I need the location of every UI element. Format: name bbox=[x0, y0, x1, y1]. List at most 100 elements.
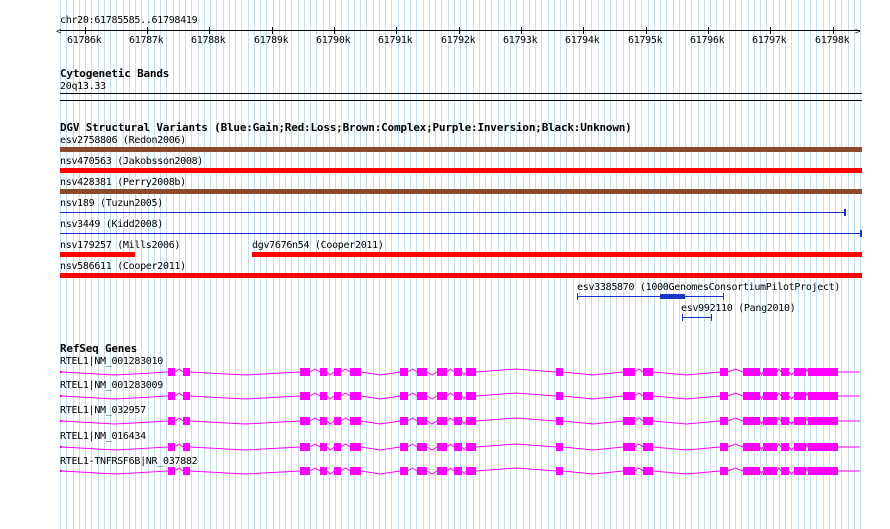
exon bbox=[300, 392, 310, 400]
intron bbox=[461, 446, 467, 451]
exon bbox=[556, 443, 563, 451]
gene-model[interactable] bbox=[60, 367, 860, 377]
intron bbox=[461, 371, 467, 376]
intron bbox=[475, 467, 557, 472]
exon bbox=[400, 368, 408, 376]
exon bbox=[623, 368, 635, 376]
exon bbox=[417, 392, 427, 400]
exon bbox=[300, 417, 310, 425]
exon bbox=[808, 443, 838, 451]
intron bbox=[776, 392, 782, 397]
intron bbox=[61, 470, 169, 475]
exon bbox=[794, 392, 806, 400]
gene-model[interactable] bbox=[60, 391, 860, 401]
intron bbox=[61, 395, 169, 400]
exon bbox=[743, 443, 760, 451]
gene-model[interactable] bbox=[60, 416, 860, 426]
intron bbox=[174, 392, 184, 397]
intron bbox=[174, 467, 184, 472]
intron bbox=[407, 443, 418, 448]
exon bbox=[183, 467, 190, 475]
intron bbox=[652, 446, 721, 451]
exon bbox=[320, 392, 327, 400]
exon bbox=[168, 368, 175, 376]
exon bbox=[643, 392, 653, 400]
intron bbox=[309, 368, 321, 373]
intron bbox=[340, 467, 351, 472]
exon bbox=[781, 392, 789, 400]
exon bbox=[417, 467, 427, 475]
exon bbox=[437, 467, 447, 475]
exon bbox=[60, 371, 62, 373]
exon bbox=[168, 467, 175, 475]
exon bbox=[556, 392, 563, 400]
exon bbox=[794, 417, 806, 425]
exon bbox=[400, 443, 408, 451]
exon bbox=[334, 443, 341, 451]
intron bbox=[426, 470, 438, 475]
exon bbox=[350, 392, 361, 400]
intron bbox=[652, 420, 721, 425]
refseq-gene-models bbox=[60, 367, 860, 476]
intron bbox=[446, 368, 455, 373]
intron bbox=[446, 467, 455, 472]
exon bbox=[437, 443, 447, 451]
exon bbox=[417, 417, 427, 425]
intron bbox=[407, 417, 418, 422]
intron bbox=[340, 443, 351, 448]
intron bbox=[326, 446, 335, 451]
exon bbox=[794, 443, 806, 451]
exon bbox=[781, 443, 789, 451]
gene-model[interactable] bbox=[60, 466, 860, 476]
exon bbox=[168, 443, 175, 451]
exon bbox=[168, 417, 175, 425]
exon bbox=[808, 392, 838, 400]
intron bbox=[360, 470, 401, 475]
intron bbox=[652, 371, 721, 376]
exon bbox=[781, 467, 789, 475]
intron bbox=[174, 368, 184, 373]
exon bbox=[623, 467, 635, 475]
exon bbox=[556, 467, 563, 475]
exon bbox=[350, 443, 361, 451]
exon bbox=[763, 368, 777, 376]
exon bbox=[808, 417, 838, 425]
exon bbox=[183, 443, 190, 451]
intron bbox=[407, 392, 418, 397]
genome-browser-canvas[interactable]: chr20:61785585..61798419 < > 61786k 61787… bbox=[0, 0, 890, 529]
intron bbox=[759, 420, 764, 426]
intron bbox=[326, 470, 335, 475]
intron bbox=[61, 446, 169, 451]
exon bbox=[794, 467, 806, 475]
exon bbox=[320, 417, 327, 425]
intron bbox=[788, 420, 795, 425]
exon bbox=[763, 443, 777, 451]
intron bbox=[340, 392, 351, 397]
intron bbox=[805, 367, 809, 373]
intron bbox=[759, 395, 764, 401]
exon bbox=[643, 368, 653, 376]
intron bbox=[340, 368, 351, 373]
exon bbox=[400, 392, 408, 400]
intron bbox=[446, 417, 455, 422]
exon bbox=[623, 443, 635, 451]
exon bbox=[466, 443, 476, 451]
gene-model[interactable] bbox=[60, 442, 860, 452]
intron bbox=[727, 392, 744, 397]
exon bbox=[60, 446, 62, 448]
exon bbox=[183, 392, 190, 400]
intron bbox=[652, 395, 721, 400]
exon bbox=[781, 368, 789, 376]
exon bbox=[417, 368, 427, 376]
intron bbox=[461, 420, 467, 425]
exon bbox=[350, 368, 361, 376]
exon bbox=[720, 368, 728, 376]
intron bbox=[407, 368, 418, 373]
intron bbox=[407, 467, 418, 472]
intron bbox=[461, 395, 467, 400]
intron bbox=[788, 395, 795, 400]
exon bbox=[763, 467, 777, 475]
intron bbox=[562, 470, 624, 475]
exon bbox=[320, 368, 327, 376]
exon bbox=[623, 417, 635, 425]
